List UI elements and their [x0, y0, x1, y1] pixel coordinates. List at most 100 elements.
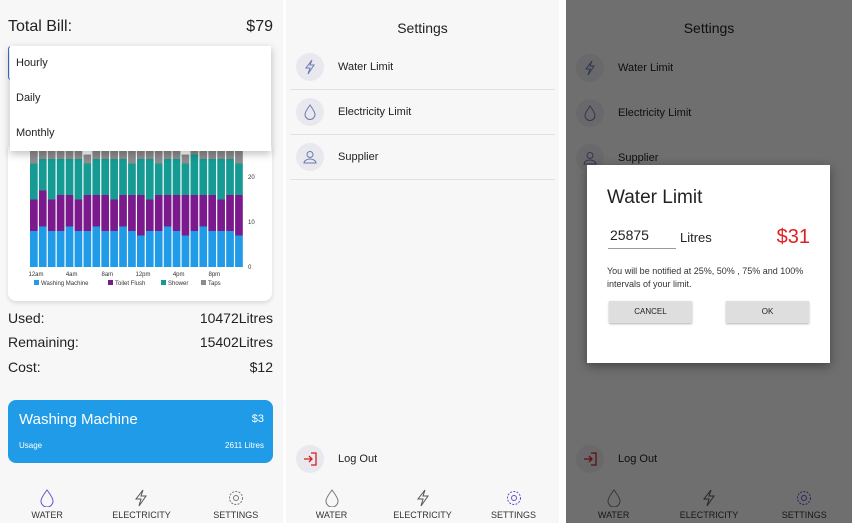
- ok-button[interactable]: OK: [726, 301, 809, 323]
- settings-item-label: Electricity Limit: [338, 106, 412, 118]
- settings-item-supplier[interactable]: Supplier: [290, 135, 555, 180]
- bar-segment: [38, 159, 47, 191]
- remaining-row: Remaining: 15402Litres: [8, 334, 273, 350]
- legend-swatch: [34, 280, 39, 285]
- bar-segment: [208, 195, 217, 231]
- bar-segment: [208, 159, 217, 195]
- remaining-label: Remaining:: [8, 334, 79, 350]
- bar-segment: [83, 154, 92, 164]
- nav-settings[interactable]: SETTINGS: [474, 489, 554, 520]
- nav-electricity[interactable]: ELECTRICITY: [383, 489, 463, 520]
- bar-segment: [65, 226, 74, 267]
- bar-segment: [101, 231, 110, 267]
- legend-swatch: [201, 280, 206, 285]
- x-tick-label: 12am: [28, 272, 43, 278]
- logout-icon: [296, 444, 324, 473]
- bar-segment: [154, 195, 163, 231]
- bar-segment: [217, 199, 225, 231]
- bar-segment: [65, 159, 74, 195]
- usage-chart-card: 0 10 20 12am 4am 8am 12pm 4pm 8pm Washing Machine…: [8, 141, 272, 301]
- cancel-button[interactable]: CANCEL: [609, 301, 692, 323]
- dropdown-option-daily[interactable]: Daily: [10, 81, 271, 116]
- bar-segment: [235, 195, 243, 236]
- bar-segment: [110, 150, 118, 159]
- bar-segment: [226, 150, 234, 159]
- bar-segment: [110, 159, 118, 200]
- bar-segment: [128, 150, 136, 164]
- bar-segment: [190, 195, 199, 231]
- user-icon: [296, 143, 324, 171]
- bar-segment: [154, 163, 163, 195]
- water-drop-icon: [324, 489, 339, 507]
- bar-segment: [92, 195, 101, 227]
- bar-segment: [56, 159, 65, 195]
- bar-segment: [38, 190, 47, 227]
- x-tick-label: 4am: [66, 272, 78, 278]
- water-screen: Total Bill: $79 0 10 20 12am 4am 8am 12pm 4pm 8p…: [0, 0, 283, 523]
- period-dropdown-menu: Hourly Daily Monthly: [10, 46, 271, 151]
- bar-segment: [190, 231, 199, 267]
- bar-segment: [74, 231, 83, 267]
- logout-item[interactable]: Log Out: [290, 436, 555, 481]
- bar-segment: [110, 231, 118, 267]
- bar-segment: [181, 235, 190, 267]
- bar-segment: [199, 195, 208, 227]
- settings-item-label: Supplier: [338, 151, 379, 163]
- bar-segment: [92, 226, 101, 267]
- bar-segment: [163, 159, 172, 195]
- used-label: Used:: [8, 310, 45, 326]
- bar-segment: [74, 199, 83, 231]
- appliance-card[interactable]: Washing Machine $3 Usage 2611 Litres: [8, 400, 273, 463]
- bar-segment: [137, 159, 145, 195]
- total-bill-row: Total Bill: $79: [8, 18, 273, 36]
- bar-segment: [217, 231, 225, 267]
- lightning-icon: [416, 489, 429, 507]
- legend-swatch: [108, 280, 113, 285]
- bar-segment: [226, 195, 234, 231]
- settings-modal-screen: Settings Water Limit Electricity Limit S…: [566, 0, 852, 523]
- bottom-nav: WATER ELECTRICITY SETTINGS: [286, 483, 559, 523]
- bar-segment: [235, 150, 243, 164]
- bar-segment: [56, 195, 65, 231]
- bar-segment: [101, 159, 110, 195]
- x-tick-label: 4pm: [173, 272, 185, 278]
- limit-input[interactable]: 25875: [608, 227, 676, 249]
- bar-segment: [30, 150, 38, 164]
- legend-label: Shower: [168, 281, 188, 287]
- usage-chart: 0 10 20 12am 4am 8am 12pm 4pm 8pm Washing Machine…: [28, 141, 255, 287]
- bar-segment: [137, 235, 145, 267]
- appliance-title: Washing Machine: [19, 411, 138, 428]
- bar-segment: [56, 231, 65, 267]
- bar-segment: [30, 163, 38, 200]
- legend-label: Taps: [208, 281, 221, 287]
- cost-row: Cost: $12: [8, 359, 273, 375]
- lightning-icon: [135, 489, 148, 507]
- bar-segment: [235, 163, 243, 195]
- bar-segment: [208, 150, 217, 159]
- dropdown-option-monthly[interactable]: Monthly: [10, 116, 271, 151]
- bar-segment: [217, 159, 225, 200]
- nav-water[interactable]: WATER: [292, 489, 372, 520]
- bar-segment: [181, 154, 190, 164]
- nav-settings-label: SETTINGS: [213, 510, 259, 520]
- nav-electricity[interactable]: ELECTRICITY: [101, 489, 181, 520]
- bar-segment: [172, 231, 181, 267]
- bar-segment: [47, 159, 56, 200]
- bar-segment: [163, 226, 172, 267]
- water-drop-icon: [40, 489, 54, 507]
- dropdown-option-hourly[interactable]: Hourly: [10, 46, 271, 81]
- water-limit-dialog: Water Limit 25875 Litres $31 You will be…: [587, 165, 830, 363]
- nav-water[interactable]: WATER: [7, 489, 87, 520]
- settings-item-water-limit[interactable]: Water Limit: [290, 45, 555, 90]
- bar-segment: [172, 195, 181, 231]
- settings-item-label: Water Limit: [338, 61, 394, 73]
- bar-segment: [163, 195, 172, 227]
- nav-settings[interactable]: SETTINGS: [196, 489, 276, 520]
- bar-segment: [128, 231, 136, 267]
- bar-segment: [145, 159, 154, 200]
- bar-segment: [235, 235, 243, 267]
- bar-segment: [47, 199, 56, 231]
- nav-water-label: WATER: [31, 510, 63, 520]
- bar-segment: [92, 159, 101, 195]
- settings-item-electricity-limit[interactable]: Electricity Limit: [290, 90, 555, 135]
